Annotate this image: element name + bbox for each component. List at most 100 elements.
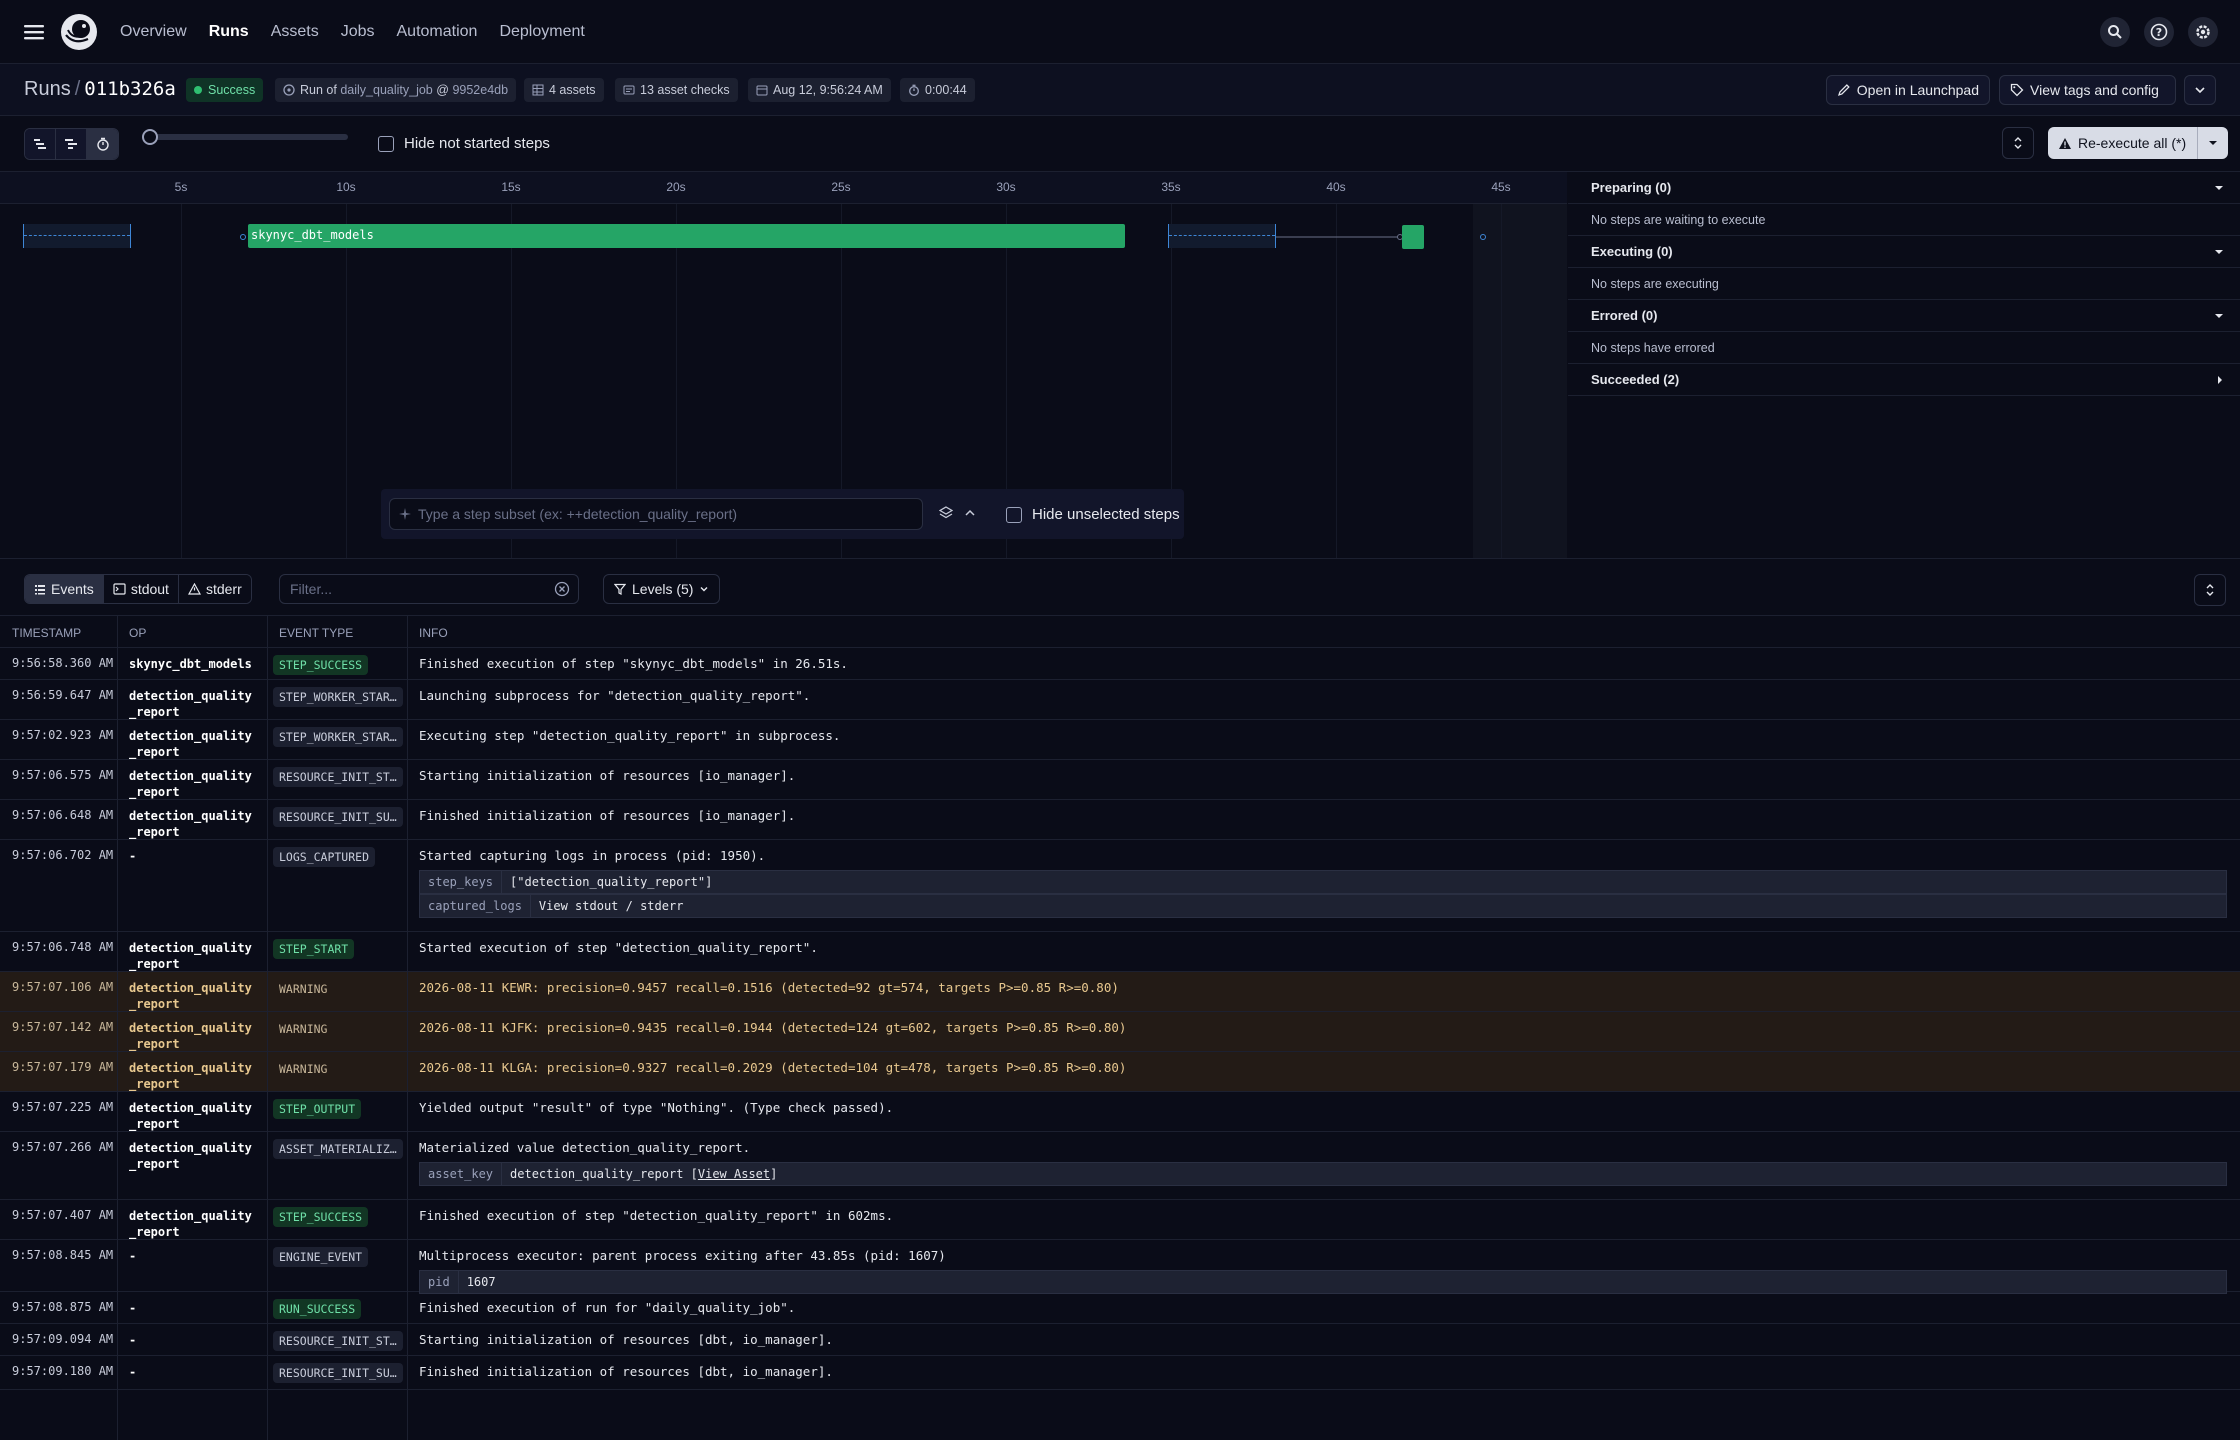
table-row[interactable]: 9:56:59.647 AM detection_quality_report ST…: [0, 680, 2240, 720]
gantt-tick-label: 45s: [1491, 180, 1511, 194]
nav-assets[interactable]: Assets: [271, 23, 319, 41]
event-timestamp: 9:57:07.142 AM: [12, 1020, 114, 1034]
table-row[interactable]: 9:57:06.648 AM detection_quality_report RE…: [0, 800, 2240, 840]
table-row[interactable]: 9:57:06.748 AM detection_quality_report ST…: [0, 932, 2240, 972]
reexecute-all-button[interactable]: Re-execute all (*): [2048, 127, 2198, 159]
log-filter-input[interactable]: Filter...: [279, 574, 579, 604]
col-divider[interactable]: [407, 616, 408, 1440]
nav-links: Overview Runs Assets Jobs Automation Dep…: [120, 0, 607, 64]
chevron-up-icon[interactable]: [963, 506, 977, 520]
clear-circle-icon[interactable]: [554, 581, 570, 597]
zoom-slider[interactable]: [142, 129, 348, 145]
event-op[interactable]: -: [129, 1364, 259, 1380]
event-op[interactable]: detection_quality_report: [129, 940, 259, 972]
nav-automation[interactable]: Automation: [397, 23, 478, 41]
checkbox-icon[interactable]: [378, 135, 394, 152]
table-row[interactable]: 9:56:58.360 AM skynyc_dbt_models STEP_SUCC…: [0, 648, 2240, 680]
event-op[interactable]: detection_quality_report: [129, 1060, 259, 1092]
gantt-step-bar-skynyc[interactable]: skynyc_dbt_models: [248, 224, 1125, 248]
tab-events[interactable]: Events: [25, 575, 104, 603]
table-row[interactable]: 9:57:06.702 AM - LOGS_CAPTURED Started capt…: [0, 840, 2240, 932]
tab-stdout[interactable]: stdout: [103, 575, 179, 603]
step-subset-bar: Type a step subset (ex: ++detection_qual…: [381, 489, 1184, 539]
event-op[interactable]: -: [129, 848, 259, 864]
hide-not-started-checkbox[interactable]: Hide not started steps: [378, 135, 550, 152]
col-header-event-type[interactable]: EVENT TYPE: [279, 626, 353, 640]
event-type-badge: STEP_WORKER_STARTED: [273, 727, 403, 747]
event-op[interactable]: detection_quality_report: [129, 768, 259, 800]
assets-chip[interactable]: 4 assets: [524, 78, 604, 102]
event-op[interactable]: detection_quality_report: [129, 1100, 259, 1132]
table-row[interactable]: 9:57:07.179 AM detection_quality_report WA…: [0, 1052, 2240, 1092]
event-op[interactable]: detection_quality_report: [129, 1208, 259, 1240]
col-divider[interactable]: [267, 616, 268, 1440]
waterfall-batched-view-icon[interactable]: [56, 129, 87, 159]
section-executing[interactable]: Executing (0): [1568, 236, 2240, 268]
view-tags-config-button[interactable]: View tags and config: [1999, 75, 2176, 105]
reexecute-menu-button[interactable]: [2198, 139, 2228, 147]
timer-view-icon[interactable]: [87, 129, 118, 159]
job-link[interactable]: daily_quality_job: [340, 83, 432, 97]
event-op[interactable]: skynyc_dbt_models: [129, 656, 259, 672]
search-icon[interactable]: [2100, 17, 2130, 47]
table-row[interactable]: 9:57:09.094 AM -RESOURCE_INIT_STARTED Star…: [0, 1324, 2240, 1356]
asset-checks-chip[interactable]: 13 asset checks: [615, 78, 738, 102]
reexecute-button[interactable]: Re-execute all (*): [2048, 127, 2228, 159]
col-header-info[interactable]: INFO: [419, 626, 448, 640]
table-row[interactable]: 9:57:02.923 AM detection_quality_report ST…: [0, 720, 2240, 760]
table-row[interactable]: 9:57:07.225 AM detection_quality_report ST…: [0, 1092, 2240, 1132]
log-expand-collapse-button[interactable]: [2194, 574, 2226, 606]
expand-collapse-button[interactable]: [2002, 127, 2034, 159]
event-info: Finished execution of step "skynyc_dbt_m…: [419, 656, 848, 671]
event-op[interactable]: detection_quality_report: [129, 688, 259, 720]
tab-stderr[interactable]: stderr: [178, 575, 251, 603]
table-row[interactable]: 9:57:07.266 AM detection_quality_report AS…: [0, 1132, 2240, 1200]
more-options-button[interactable]: [2184, 75, 2216, 105]
table-row[interactable]: 9:57:08.875 AM - RUN_SUCCESS Finished execu…: [0, 1292, 2240, 1324]
table-row[interactable]: 9:57:07.106 AM detection_quality_report WA…: [0, 972, 2240, 1012]
event-op[interactable]: detection_quality_report: [129, 808, 259, 840]
table-row[interactable]: 9:57:09.180 AM -RESOURCE_INIT_SUCCESS Fini…: [0, 1356, 2240, 1390]
dagster-logo-icon[interactable]: [60, 13, 98, 51]
section-succeeded[interactable]: Succeeded (2): [1568, 364, 2240, 396]
tag-icon: [2010, 83, 2024, 97]
col-divider[interactable]: [117, 616, 118, 1440]
table-row[interactable]: 9:57:06.575 AM detection_quality_report RE…: [0, 760, 2240, 800]
nav-overview[interactable]: Overview: [120, 23, 187, 41]
nav-deployment[interactable]: Deployment: [499, 23, 584, 41]
nav-runs[interactable]: Runs: [209, 23, 249, 41]
table-row[interactable]: 9:57:07.407 AM detection_quality_report ST…: [0, 1200, 2240, 1240]
breadcrumb-runs-link[interactable]: Runs: [24, 78, 71, 100]
event-op[interactable]: -: [129, 1300, 259, 1316]
levels-filter-button[interactable]: Levels (5): [603, 574, 721, 604]
step-subset-input[interactable]: Type a step subset (ex: ++detection_qual…: [389, 498, 923, 530]
event-op[interactable]: detection_quality_report: [129, 728, 259, 760]
gantt-step-bar-detection-quality[interactable]: [1402, 225, 1424, 249]
zoom-slider-thumb[interactable]: [142, 129, 158, 145]
col-header-op[interactable]: OP: [129, 626, 146, 640]
view-asset-link[interactable]: View Asset: [698, 1167, 770, 1181]
col-header-timestamp[interactable]: TIMESTAMP: [12, 626, 81, 640]
waterfall-view-icon[interactable]: [25, 129, 56, 159]
help-icon[interactable]: ?: [2144, 17, 2174, 47]
table-row[interactable]: 9:57:08.845 AM - ENGINE_EVENT Multiprocess …: [0, 1240, 2240, 1294]
menu-icon[interactable]: [22, 20, 46, 44]
event-type-badge: STEP_WORKER_STARTING: [273, 687, 403, 707]
event-op[interactable]: -: [129, 1248, 259, 1264]
event-info: Materialized value detection_quality_rep…: [419, 1140, 751, 1155]
section-errored[interactable]: Errored (0): [1568, 300, 2240, 332]
open-in-launchpad-button[interactable]: Open in Launchpad: [1826, 75, 1990, 105]
layers-icon[interactable]: [939, 506, 953, 520]
nav-jobs[interactable]: Jobs: [341, 23, 375, 41]
snapshot-link[interactable]: 9952e4db: [452, 83, 508, 97]
metadata-value[interactable]: View stdout / stderr: [531, 899, 684, 913]
settings-gear-icon[interactable]: [2188, 17, 2218, 47]
section-preparing[interactable]: Preparing (0): [1568, 172, 2240, 204]
hide-unselected-checkbox[interactable]: Hide unselected steps: [1006, 506, 1180, 523]
event-op[interactable]: detection_quality_report: [129, 980, 259, 1012]
table-row[interactable]: 9:57:07.142 AM detection_quality_report WA…: [0, 1012, 2240, 1052]
event-op[interactable]: -: [129, 1332, 259, 1348]
checkbox-icon[interactable]: [1006, 506, 1022, 523]
event-op[interactable]: detection_quality_report: [129, 1020, 259, 1052]
event-op[interactable]: detection_quality_report: [129, 1140, 259, 1172]
